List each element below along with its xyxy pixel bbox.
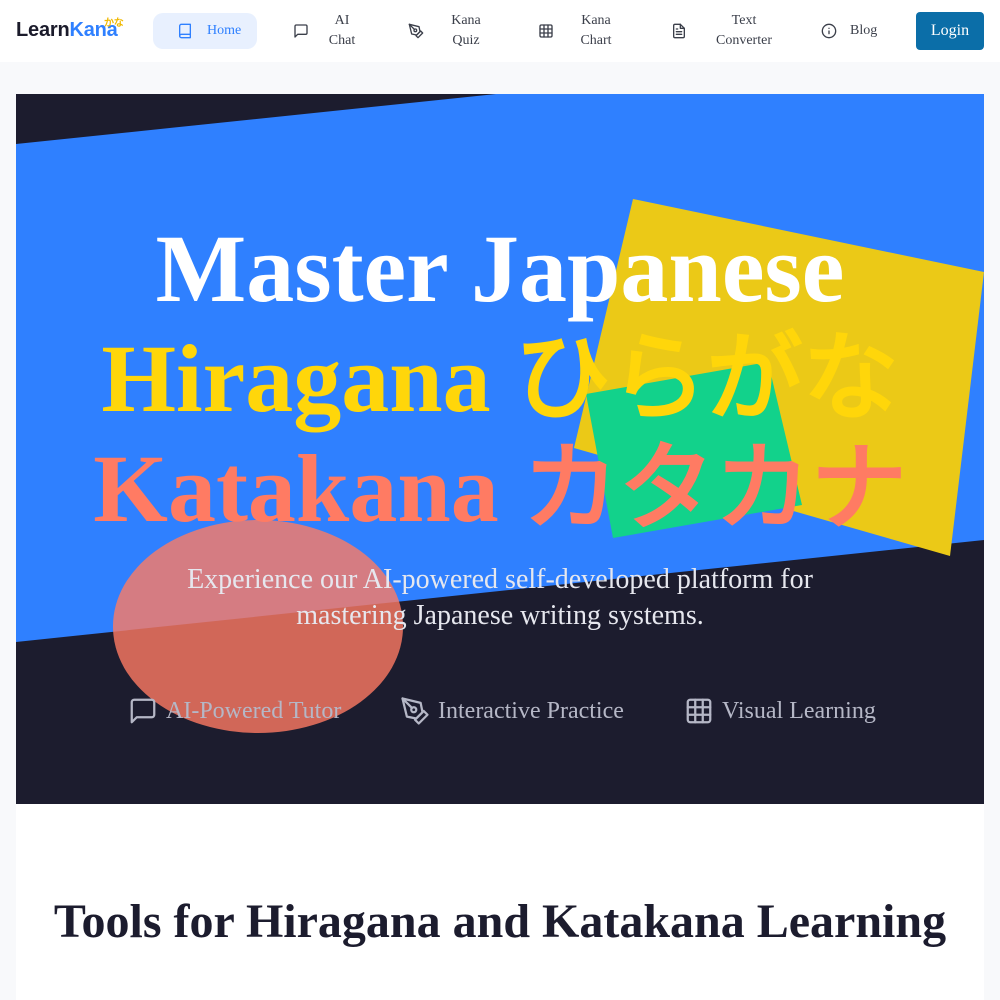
grid-table-icon [539, 24, 553, 38]
hero-subtitle: Experience our AI-powered self-developed… [16, 562, 984, 634]
pen-tool-icon [408, 23, 424, 39]
nav-ai-chat-line1: AI [334, 13, 350, 28]
message-square-icon [294, 24, 308, 38]
nav-text-converter-line1: Text [731, 13, 757, 28]
nav-text-converter-line2: Converter [716, 33, 772, 48]
hero-title-line3: Katakana カタカナ [93, 435, 907, 542]
nav-home-label: Home [207, 23, 242, 38]
nav-ai-chat-line2: Chat [328, 33, 356, 48]
login-button[interactable]: Login [916, 12, 984, 50]
tools-section: Tools for Hiragana and Katakana Learning [16, 804, 984, 1000]
nav-kana-chart-line2: Chart [580, 33, 612, 48]
hero-title-line2: Hiragana ひらがな [101, 325, 899, 432]
feature-visual-learning: Visual Learning [684, 694, 876, 728]
tools-section-title: Tools for Hiragana and Katakana Learning [53, 895, 947, 948]
nav-kana-chart[interactable]: Kana Chart [538, 13, 616, 49]
info-icon [821, 23, 837, 39]
nav-blog[interactable]: Blog [821, 13, 877, 49]
file-text-icon [673, 23, 685, 39]
grid-table-icon [686, 698, 712, 724]
message-square-icon [130, 698, 156, 724]
nav-blog-label: Blog [850, 23, 878, 38]
nav-ai-chat[interactable]: AI Chat [293, 13, 357, 49]
feature-visual-learning-label: Visual Learning [722, 697, 876, 724]
nav-kana-quiz-line1: Kana [451, 13, 481, 28]
nav-text-converter[interactable]: Text Converter [671, 13, 779, 49]
nav-home[interactable]: Home [153, 13, 257, 49]
pen-tool-icon [401, 697, 429, 725]
nav-kana-chart-line1: Kana [581, 13, 611, 28]
nav-kana-quiz-line2: Quiz [452, 33, 480, 48]
feature-ai-tutor-label: AI-Powered Tutor [166, 697, 342, 724]
nav-kana-chart-label: Kana Chart [576, 11, 616, 51]
top-navigation: LearnKana かな Home AI Chat Kana Quiz Kana Ch… [0, 0, 1000, 62]
nav-kana-quiz[interactable]: Kana Quiz [408, 13, 486, 49]
feature-interactive-practice-label: Interactive Practice [438, 697, 624, 724]
nav-kana-quiz-label: Kana Quiz [446, 11, 486, 51]
feature-interactive-practice: Interactive Practice [400, 694, 624, 728]
feature-ai-tutor: AI-Powered Tutor [128, 694, 341, 728]
nav-ai-chat-label: AI Chat [327, 11, 357, 51]
logo-superscript: かな [104, 18, 124, 29]
hero-title-line1: Master Japanese [155, 215, 845, 322]
hero-subtitle-line1: Experience our AI-powered self-developed… [187, 564, 813, 595]
logo[interactable]: LearnKana かな [16, 18, 124, 42]
book-icon [179, 23, 191, 39]
logo-learn: Learn [16, 19, 70, 41]
hero-banner: Master Japanese Hiragana ひらがな Katakana カ… [16, 94, 984, 804]
nav-text-converter-label: Text Converter [709, 11, 779, 51]
hero-subtitle-line2: mastering Japanese writing systems. [296, 600, 704, 631]
